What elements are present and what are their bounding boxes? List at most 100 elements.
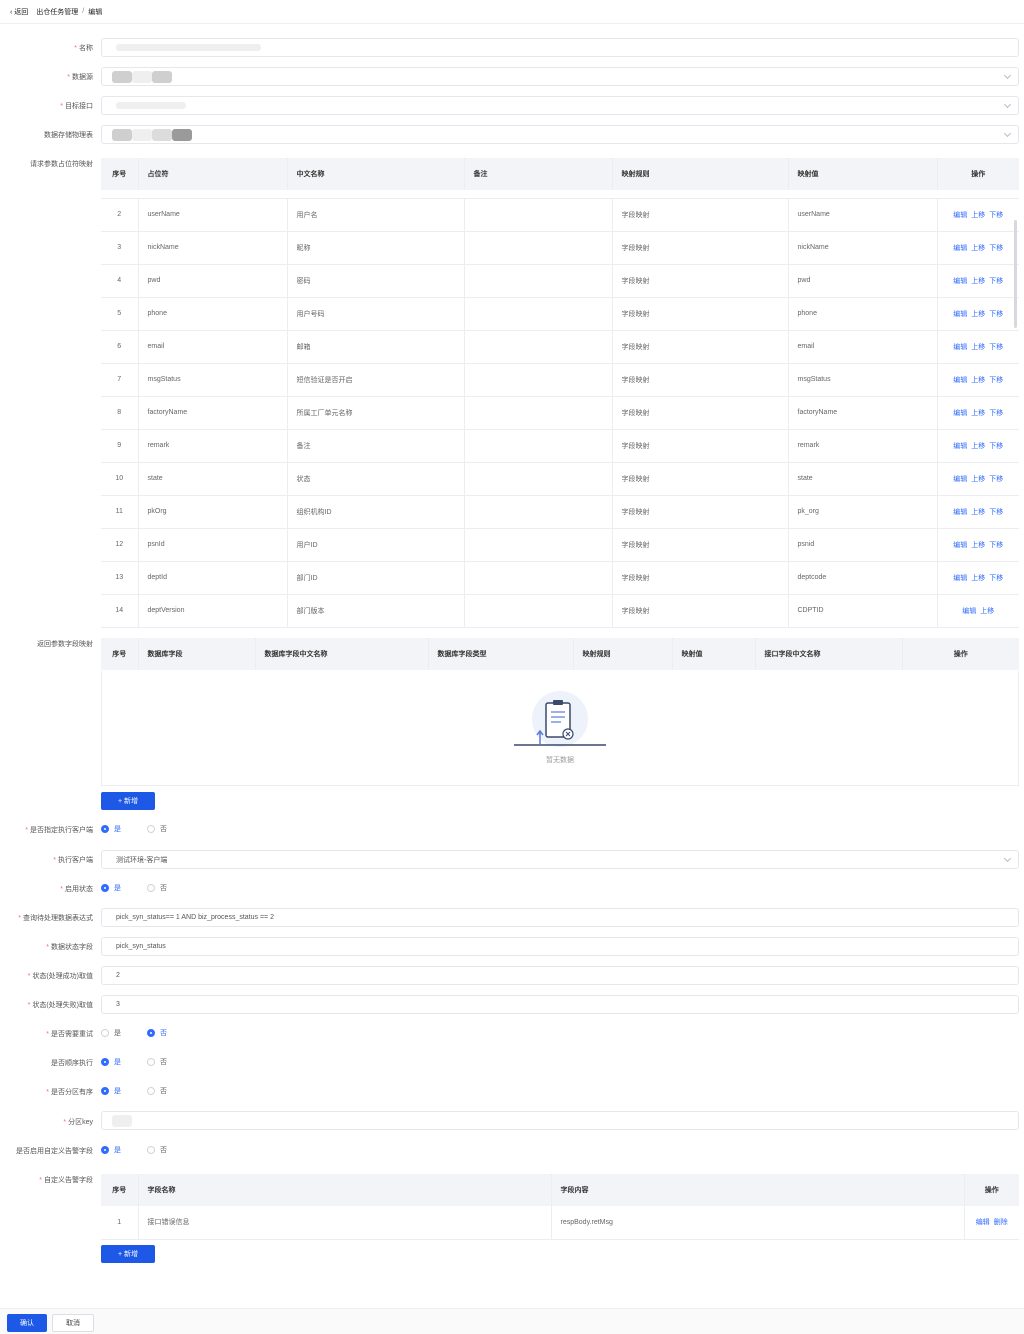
success-value-input[interactable]: 2 — [101, 966, 1019, 985]
target-api-select[interactable] — [101, 96, 1019, 115]
cell-note — [464, 528, 613, 562]
cell-ph: remark — [138, 429, 288, 463]
edit-link[interactable]: 编辑 — [976, 1219, 990, 1226]
radio-yes[interactable]: 是 — [101, 1086, 121, 1096]
radio-yes[interactable]: 是 — [101, 1057, 121, 1067]
table-header-row: 序号 字段名称 字段内容 操作 — [101, 1174, 1019, 1206]
edit-link[interactable]: 编辑 — [953, 509, 967, 516]
down-link[interactable]: 下移 — [989, 377, 1003, 384]
cancel-button[interactable]: 取消 — [52, 1314, 94, 1332]
radio-yes[interactable]: 是 — [101, 883, 121, 893]
cell-rule: 字段映射 — [612, 363, 789, 397]
radio-no[interactable]: 否 — [147, 824, 167, 834]
cell-rule: 字段映射 — [612, 462, 789, 496]
status-field-input[interactable]: pick_syn_status — [101, 937, 1019, 956]
down-link[interactable]: 下移 — [989, 410, 1003, 417]
up-link[interactable]: 上移 — [971, 509, 985, 516]
radio-no[interactable]: 否 — [147, 1057, 167, 1067]
cell-rule: 字段映射 — [612, 495, 789, 529]
up-link[interactable]: 上移 — [971, 344, 985, 351]
radio-yes[interactable]: 是 — [101, 824, 121, 834]
up-link[interactable]: 上移 — [971, 212, 985, 219]
down-link[interactable]: 下移 — [989, 509, 1003, 516]
up-link[interactable]: 上移 — [971, 575, 985, 582]
edit-link[interactable]: 编辑 — [953, 377, 967, 384]
down-link[interactable]: 下移 — [989, 311, 1003, 318]
custom-alarm-radio-group: 是 否 — [101, 1145, 193, 1155]
radio-yes[interactable]: 是 — [101, 1028, 121, 1038]
radio-no[interactable]: 否 — [147, 1028, 167, 1038]
cell-val: userName — [788, 198, 938, 232]
partition-key-input[interactable] — [101, 1111, 1019, 1130]
query-expr-input[interactable]: pick_syn_status== 1 AND biz_process_stat… — [101, 908, 1019, 927]
down-link[interactable]: 下移 — [989, 542, 1003, 549]
radio-yes[interactable]: 是 — [101, 1145, 121, 1155]
down-link[interactable]: 下移 — [989, 212, 1003, 219]
datasource-label: * 数据源 — [67, 74, 93, 81]
up-link[interactable]: 上移 — [971, 542, 985, 549]
radio-no[interactable]: 否 — [147, 883, 167, 893]
cell-no: 10 — [101, 462, 139, 496]
breadcrumb-parent[interactable]: 出仓任务管理 — [36, 7, 78, 17]
storage-table-select[interactable] — [101, 125, 1019, 144]
table-scrollbar[interactable] — [1014, 220, 1017, 328]
cell-ph: email — [138, 330, 288, 364]
cell-rule: 字段映射 — [612, 396, 789, 430]
cell-note — [464, 462, 613, 496]
down-link[interactable]: 下移 — [989, 278, 1003, 285]
edit-link[interactable]: 编辑 — [953, 212, 967, 219]
datasource-select[interactable] — [101, 67, 1019, 86]
radio-no[interactable]: 否 — [147, 1086, 167, 1096]
cell-cn: 密码 — [287, 264, 465, 298]
edit-link[interactable]: 编辑 — [962, 608, 976, 615]
down-link[interactable]: 下移 — [989, 575, 1003, 582]
cell-ph: deptId — [138, 561, 288, 595]
down-link[interactable]: 下移 — [989, 245, 1003, 252]
exec-client-select[interactable]: 测试环境-客户端 — [101, 850, 1019, 869]
table-spacer — [101, 190, 1019, 199]
back-link[interactable]: ‹ 返回 — [10, 7, 28, 17]
fail-value-input[interactable]: 3 — [101, 995, 1019, 1014]
table-row: 2 userName 用户名 字段映射 userName 编辑 上移 下移 — [101, 198, 1019, 232]
edit-link[interactable]: 编辑 — [953, 278, 967, 285]
cell-note — [464, 396, 613, 430]
edit-link[interactable]: 编辑 — [953, 542, 967, 549]
cell-no: 4 — [101, 264, 139, 298]
up-link[interactable]: 上移 — [971, 443, 985, 450]
table-row: 13 deptId 部门ID 字段映射 deptcode 编辑 上移 下移 — [101, 561, 1019, 595]
up-link[interactable]: 上移 — [971, 410, 985, 417]
cell-val: pwd — [788, 264, 938, 298]
edit-link[interactable]: 编辑 — [953, 410, 967, 417]
cell-cn: 短信验证是否开启 — [287, 363, 465, 397]
add-return-field-button[interactable]: + 新增 — [101, 792, 155, 810]
edit-link[interactable]: 编辑 — [953, 311, 967, 318]
up-link[interactable]: 上移 — [971, 245, 985, 252]
col-header: 备注 — [464, 158, 613, 190]
col-header: 数据库字段类型 — [428, 638, 574, 670]
edit-link[interactable]: 编辑 — [953, 344, 967, 351]
delete-link[interactable]: 删除 — [994, 1219, 1008, 1226]
down-link[interactable]: 下移 — [989, 443, 1003, 450]
edit-link[interactable]: 编辑 — [953, 476, 967, 483]
up-link[interactable]: 上移 — [971, 476, 985, 483]
cell-actions: 编辑 上移 下移 — [937, 561, 1019, 595]
up-link[interactable]: 上移 — [971, 278, 985, 285]
up-link[interactable]: 上移 — [971, 311, 985, 318]
edit-link[interactable]: 编辑 — [953, 443, 967, 450]
name-input[interactable] — [101, 38, 1019, 57]
up-link[interactable]: 上移 — [971, 377, 985, 384]
cell-actions: 编辑 上移 下移 — [937, 231, 1019, 265]
success-value-label: * 状态(处理成功)取值 — [27, 973, 93, 980]
add-alarm-field-button[interactable]: + 新增 — [101, 1245, 155, 1263]
chevron-down-icon — [1003, 100, 1012, 109]
cell-rule: 字段映射 — [612, 231, 789, 265]
cell-note — [464, 198, 613, 232]
down-link[interactable]: 下移 — [989, 344, 1003, 351]
cell-no: 14 — [101, 594, 139, 628]
edit-link[interactable]: 编辑 — [953, 245, 967, 252]
down-link[interactable]: 下移 — [989, 476, 1003, 483]
up-link[interactable]: 上移 — [980, 608, 994, 615]
radio-no[interactable]: 否 — [147, 1145, 167, 1155]
confirm-button[interactable]: 确认 — [7, 1314, 47, 1332]
edit-link[interactable]: 编辑 — [953, 575, 967, 582]
